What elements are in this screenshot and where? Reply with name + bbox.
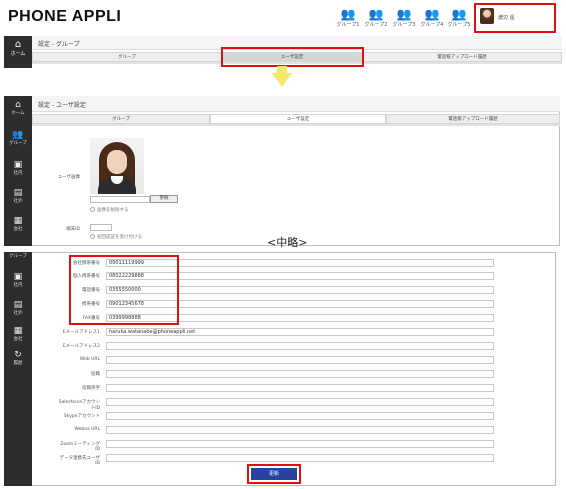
title-input[interactable] (106, 370, 494, 378)
id-card-icon: ▤ (13, 188, 23, 198)
tab-upload-history[interactable]: 電話帳アップロード履歴 (362, 52, 562, 62)
skype-input[interactable] (106, 412, 494, 420)
group-icon: 👥 (368, 7, 384, 21)
building-icon: ▦ (13, 216, 23, 226)
home-icon: ⌂ (14, 39, 22, 50)
salesforce-input[interactable] (106, 398, 494, 406)
field-label: SalesforceアカウントID (58, 400, 100, 411)
tab-upload-history[interactable]: 電話帳アップロード履歴 (386, 114, 560, 124)
data-link-user-input[interactable] (106, 454, 494, 462)
sidebar-item-group[interactable]: グループ (3, 253, 33, 259)
browse-button[interactable]: 参照 (150, 195, 178, 203)
group-2-shortcut[interactable]: 👥 グループ2 (364, 8, 388, 28)
webex-input[interactable] (106, 426, 494, 434)
field-label: Eメールアドレス1 (62, 330, 100, 335)
sidebar-item-external[interactable]: ▤ 社外 (3, 300, 33, 316)
zoom-input[interactable] (106, 440, 494, 448)
user-photo (90, 138, 144, 194)
contact-card-icon: ▣ (13, 160, 23, 170)
image-file-input[interactable] (90, 196, 150, 203)
email2-input[interactable] (106, 342, 494, 350)
group-icon: 👥 (424, 7, 440, 21)
breadcrumb: 設定 - ユーザ設定 (38, 102, 86, 109)
group-4-shortcut[interactable]: 👥 グループ4 (420, 8, 444, 28)
group-icon: 👥 (451, 7, 467, 21)
user-image-label: ユーザ画像 (57, 175, 80, 180)
field-label: 役職英字 (82, 386, 100, 391)
group-icon: 👥 (12, 130, 24, 140)
building-icon: ▦ (13, 326, 23, 336)
delete-image-option[interactable]: 画像を削除する (90, 207, 129, 213)
app-logo: PHONE APPLI (8, 8, 122, 25)
tab-user-settings[interactable]: ユーザ設定 (210, 114, 386, 124)
user-avatar[interactable] (480, 8, 494, 24)
field-label: データ連携先ユーザID (59, 456, 100, 466)
title-en-input[interactable] (106, 384, 494, 392)
group-5-shortcut[interactable]: 👥 グループ5 (447, 8, 471, 28)
checkbox[interactable] (90, 207, 95, 212)
web-url-input[interactable] (106, 356, 494, 364)
first-auth-option[interactable]: 初回認証を受け付ける (90, 234, 142, 240)
user-name: 渡辺 遥 (498, 15, 515, 21)
contact-card-icon: ▣ (13, 272, 23, 282)
group-icon: 👥 (396, 7, 412, 21)
terminal-id-label: 端末ID (66, 227, 80, 232)
down-arrow-icon (272, 73, 292, 87)
id-card-icon: ▤ (13, 300, 23, 310)
field-label: ZoomミーティングID (60, 442, 100, 452)
sidebar-item-internal[interactable]: ▣ 社内 (3, 272, 33, 288)
phone-fields-highlight (69, 255, 179, 325)
breadcrumb: 設定 - グループ (38, 41, 80, 48)
breadcrumb-bar (32, 96, 560, 112)
field-label: Skypeアカウント (63, 414, 100, 419)
sidebar: ⌂ ホーム (4, 36, 32, 68)
terminal-id-input[interactable] (90, 224, 112, 231)
sidebar-item-company[interactable]: ▦ 会社 (3, 216, 33, 232)
sidebar-item-home[interactable]: ⌂ ホーム (3, 100, 33, 116)
sidebar-item-external[interactable]: ▤ 社外 (3, 188, 33, 204)
group-icon: 👥 (340, 7, 356, 21)
sidebar-item-company[interactable]: ▦ 会社 (3, 326, 33, 342)
omitted-section-label: <中略> (267, 236, 308, 249)
tab-group[interactable]: グループ (32, 52, 222, 62)
field-label: 役職 (91, 372, 100, 377)
sidebar-item-home[interactable]: ⌂ ホーム (4, 36, 32, 57)
sidebar-item-group[interactable]: 👥 グループ (3, 130, 33, 146)
update-button-highlight (247, 464, 301, 484)
email1-input[interactable]: haruka.watanabe@phoneappli.net (106, 328, 494, 336)
sidebar-item-history[interactable]: ↻ 履歴 (3, 350, 33, 366)
field-label: Web URL (79, 357, 100, 362)
history-icon: ↻ (14, 350, 22, 360)
field-label: Eメールアドレス2 (62, 344, 100, 349)
checkbox[interactable] (90, 234, 95, 239)
group-1-shortcut[interactable]: 👥 グループ1 (336, 8, 360, 28)
user-settings-tab-highlight (221, 47, 364, 67)
field-label: Webex URL (74, 427, 100, 432)
group-3-shortcut[interactable]: 👥 グループ3 (392, 8, 416, 28)
home-icon: ⌂ (15, 100, 21, 110)
tab-group[interactable]: グループ (32, 114, 210, 124)
sidebar-item-internal[interactable]: ▣ 社内 (3, 160, 33, 176)
